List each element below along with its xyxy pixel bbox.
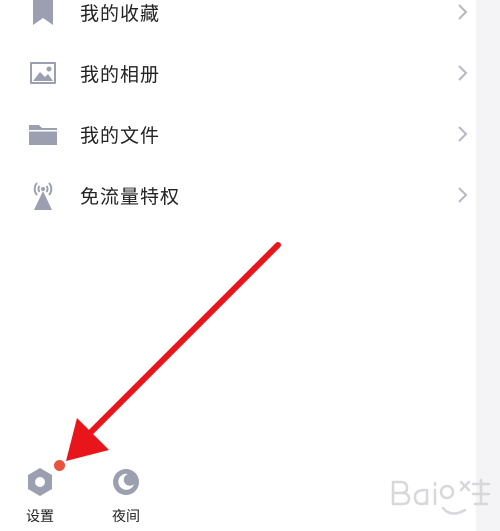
folder-icon xyxy=(26,117,60,151)
night-mode-button[interactable]: 夜间 xyxy=(110,466,142,526)
menu-item-data-free[interactable]: 免流量特权 xyxy=(0,167,476,223)
bookmark-icon xyxy=(26,0,60,29)
menu-item-favorites[interactable]: 我的收藏 xyxy=(0,0,476,40)
notification-badge xyxy=(54,460,65,471)
chevron-right-icon xyxy=(458,126,468,142)
chevron-right-icon xyxy=(458,187,468,203)
baidu-jingyan-watermark xyxy=(391,478,491,515)
menu-item-label: 我的相册 xyxy=(80,63,161,86)
settings-button[interactable]: 设置 xyxy=(24,466,56,526)
moon-icon xyxy=(113,469,139,495)
menu-item-files[interactable]: 我的文件 xyxy=(0,106,476,162)
menu-item-label: 我的文件 xyxy=(80,124,161,147)
night-mode-label: 夜间 xyxy=(112,509,140,525)
broadcast-tower-icon xyxy=(26,178,60,212)
chevron-right-icon xyxy=(458,4,468,20)
chevron-right-icon xyxy=(458,65,468,81)
menu-item-label: 我的收藏 xyxy=(80,2,161,25)
side-menu-screen: 我的收藏 我的相册 我的文件 免流量特权 设置 夜间 xyxy=(0,0,500,531)
gear-icon xyxy=(28,468,52,496)
background-content-edge xyxy=(476,0,500,531)
image-icon xyxy=(26,56,60,90)
menu-item-album[interactable]: 我的相册 xyxy=(0,45,476,101)
menu-item-label: 免流量特权 xyxy=(80,185,181,208)
settings-label: 设置 xyxy=(26,509,54,525)
